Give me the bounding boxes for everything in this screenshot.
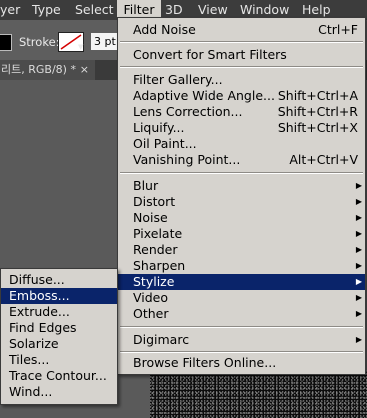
menu-item-noise[interactable]: Noise ▶ <box>118 210 365 226</box>
submenu-item-extrude[interactable]: Extrude... <box>1 304 117 320</box>
menu-item-convert-smart-filters[interactable]: Convert for Smart Filters <box>118 47 365 63</box>
separator <box>120 351 363 353</box>
stroke-width-field[interactable]: 3 pt <box>91 33 120 50</box>
submenu-arrow-icon: ▶ <box>355 309 362 318</box>
menu-item-lens-correction[interactable]: Lens Correction... Shift+Ctrl+R <box>118 104 365 120</box>
submenu-arrow-icon: ▶ <box>355 229 362 238</box>
fill-color-swatch[interactable] <box>0 34 12 51</box>
submenu-arrow-icon: ▶ <box>355 335 362 344</box>
separator <box>120 326 363 328</box>
separator <box>120 41 363 43</box>
close-icon[interactable]: × <box>80 60 89 80</box>
menu-item-distort[interactable]: Distort ▶ <box>118 194 365 210</box>
submenu-item-diffuse[interactable]: Diffuse... <box>1 272 117 288</box>
menu-item-filter-gallery[interactable]: Filter Gallery... <box>118 72 365 88</box>
menu-item-digimarc[interactable]: Digimarc ▶ <box>118 332 365 348</box>
submenu-arrow-icon: ▶ <box>355 181 362 190</box>
submenu-arrow-icon: ▶ <box>355 197 362 206</box>
submenu-arrow-icon: ▶ <box>355 213 362 222</box>
menu-item-adaptive-wide-angle[interactable]: Adaptive Wide Angle... Shift+Ctrl+A <box>118 88 365 104</box>
stroke-label: Stroke: <box>19 35 60 49</box>
separator <box>120 66 363 68</box>
menu-item-browse-filters-online[interactable]: Browse Filters Online... <box>118 355 365 371</box>
menu-item-render[interactable]: Render ▶ <box>118 242 365 258</box>
submenu-item-trace-contour[interactable]: Trace Contour... <box>1 368 117 384</box>
menu-select[interactable]: Select <box>75 0 114 20</box>
submenu-item-wind[interactable]: Wind... <box>1 384 117 400</box>
menu-item-vanishing-point[interactable]: Vanishing Point... Alt+Ctrl+V <box>118 152 365 168</box>
menu-layer[interactable]: yer <box>0 0 20 20</box>
stylize-submenu: Diffuse... Emboss... Extrude... Find Edg… <box>0 268 118 405</box>
menu-type[interactable]: Type <box>32 0 61 20</box>
submenu-arrow-icon: ▶ <box>355 261 362 270</box>
menu-item-video[interactable]: Video ▶ <box>118 290 365 306</box>
submenu-item-tiles[interactable]: Tiles... <box>1 352 117 368</box>
filter-menu: Add Noise Ctrl+F Convert for Smart Filte… <box>117 17 366 375</box>
submenu-arrow-icon: ▶ <box>355 293 362 302</box>
submenu-item-find-edges[interactable]: Find Edges <box>1 320 117 336</box>
menu-item-other[interactable]: Other ▶ <box>118 306 365 322</box>
submenu-item-solarize[interactable]: Solarize <box>1 336 117 352</box>
menu-item-pixelate[interactable]: Pixelate ▶ <box>118 226 365 242</box>
menu-item-stylize[interactable]: Stylize ▶ <box>118 274 365 290</box>
submenu-item-emboss[interactable]: Emboss... <box>1 288 117 304</box>
menu-item-add-noise[interactable]: Add Noise Ctrl+F <box>118 22 365 38</box>
document-tab[interactable]: 리트, RGB/8) * × <box>0 60 95 80</box>
noise-canvas[interactable] <box>150 370 367 418</box>
menu-item-blur[interactable]: Blur ▶ <box>118 178 365 194</box>
menu-item-liquify[interactable]: Liquify... Shift+Ctrl+X <box>118 120 365 136</box>
menu-item-sharpen[interactable]: Sharpen ▶ <box>118 258 365 274</box>
submenu-arrow-icon: ▶ <box>355 277 362 286</box>
menu-item-oil-paint[interactable]: Oil Paint... <box>118 136 365 152</box>
chevron-down-icon[interactable]: ▼ <box>78 43 83 51</box>
separator <box>120 172 363 174</box>
submenu-arrow-icon: ▶ <box>355 245 362 254</box>
document-tab-title: 리트, RGB/8) * <box>1 63 76 76</box>
